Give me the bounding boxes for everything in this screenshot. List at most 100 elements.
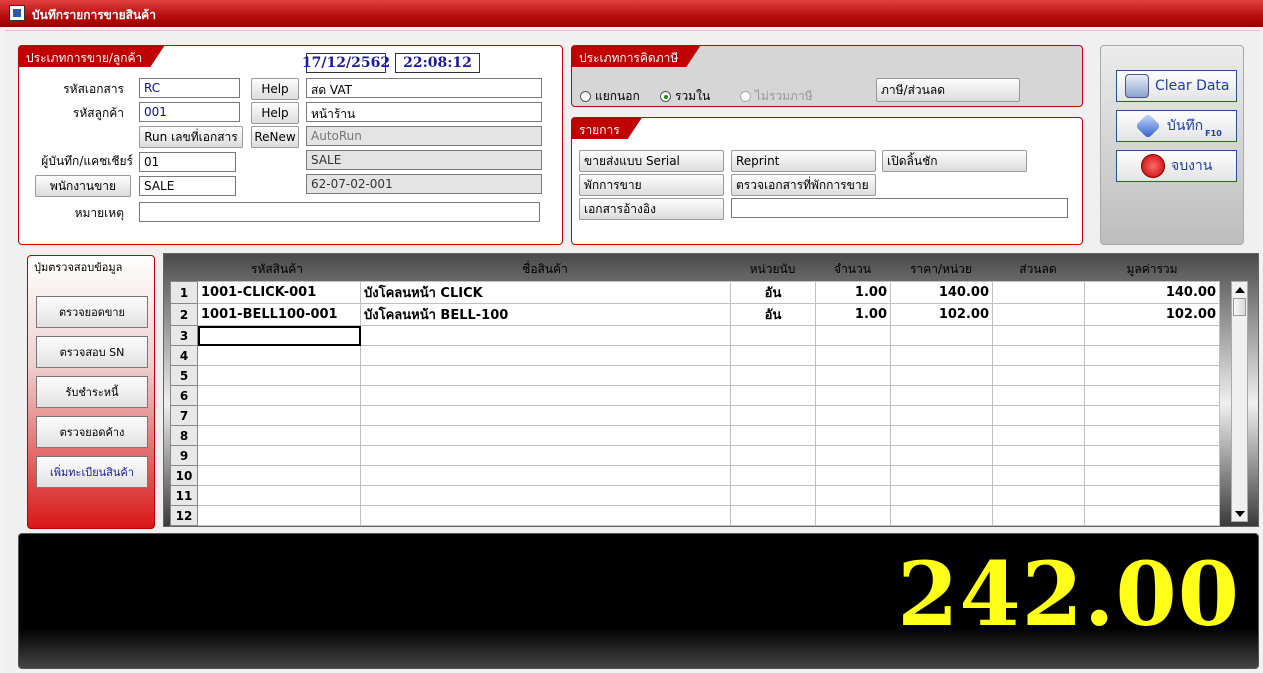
cell-price[interactable] (890, 325, 993, 346)
reference-doc-button[interactable]: เอกสารอ้างอิง (579, 198, 724, 220)
cell-discount[interactable] (992, 485, 1085, 506)
cell-price[interactable]: 102.00 (890, 303, 993, 326)
cell-code[interactable] (197, 485, 361, 506)
customer-name-field[interactable]: หน้าร้าน (306, 102, 542, 122)
cell-unit[interactable] (730, 465, 816, 486)
cell-total[interactable] (1084, 325, 1220, 346)
doc-code-input[interactable]: RC (139, 78, 240, 98)
cell-unit[interactable] (730, 385, 816, 406)
cell-unit[interactable] (730, 365, 816, 386)
table-row[interactable]: 7 (170, 405, 1220, 426)
cell-price[interactable] (890, 385, 993, 406)
cell-price[interactable] (890, 465, 993, 486)
cell-discount[interactable] (992, 365, 1085, 386)
cell-unit[interactable] (730, 505, 816, 526)
cell-qty[interactable] (815, 465, 891, 486)
cell-code[interactable] (197, 505, 361, 526)
reprint-button[interactable]: Reprint (731, 150, 876, 172)
cell-total[interactable] (1084, 445, 1220, 466)
run-doc-number-button[interactable]: Run เลขที่เอกสาร (139, 126, 243, 148)
cell-unit[interactable] (730, 445, 816, 466)
grid-scrollbar[interactable] (1231, 281, 1248, 522)
cell-total[interactable] (1084, 485, 1220, 506)
cell-qty[interactable] (815, 445, 891, 466)
check-outstanding-button[interactable]: ตรวจยอดค้าง (36, 416, 148, 448)
cell-discount[interactable] (992, 505, 1085, 526)
cell-qty[interactable] (815, 485, 891, 506)
cell-name[interactable] (360, 325, 731, 346)
check-sales-button[interactable]: ตรวจยอดขาย (36, 296, 148, 328)
cell-total[interactable]: 140.00 (1084, 281, 1220, 304)
tax-discount-button[interactable]: ภาษี/ส่วนลด (876, 78, 1020, 102)
scroll-down-icon[interactable] (1235, 511, 1245, 517)
cell-price[interactable] (890, 425, 993, 446)
clear-data-button[interactable]: Clear Data (1116, 70, 1237, 102)
table-row[interactable]: 2 1001-BELL100-001 บังโคลนหน้า BELL-100 อัน… (170, 303, 1220, 326)
cell-code[interactable] (197, 385, 361, 406)
cell-total[interactable]: 102.00 (1084, 303, 1220, 326)
cell-price[interactable] (890, 505, 993, 526)
table-row[interactable]: 4 (170, 345, 1220, 366)
cell-name[interactable] (360, 385, 731, 406)
cell-discount[interactable] (992, 281, 1085, 304)
cell-price[interactable] (890, 405, 993, 426)
pause-sale-button[interactable]: พักการขาย (579, 174, 724, 196)
cell-unit[interactable] (730, 325, 816, 346)
tax-exclusive-radio[interactable]: แยกนอก (580, 87, 640, 106)
cell-discount[interactable] (992, 325, 1085, 346)
cell-total[interactable] (1084, 405, 1220, 426)
cell-discount[interactable] (992, 465, 1085, 486)
cell-name[interactable] (360, 445, 731, 466)
open-drawer-button[interactable]: เปิดลิ้นชัก (882, 150, 1027, 172)
cell-unit[interactable]: อัน (730, 281, 816, 304)
cell-total[interactable] (1084, 345, 1220, 366)
table-row[interactable]: 12 (170, 505, 1220, 526)
cell-name[interactable]: บังโคลนหน้า CLICK (360, 281, 731, 304)
table-row[interactable]: 8 (170, 425, 1220, 446)
help-customer-button[interactable]: Help (251, 102, 299, 124)
cell-qty[interactable] (815, 345, 891, 366)
cell-qty[interactable] (815, 505, 891, 526)
cell-discount[interactable] (992, 445, 1085, 466)
table-row[interactable]: 1 1001-CLICK-001 บังโคลนหน้า CLICK อัน 1.00 1… (170, 281, 1220, 304)
cell-price[interactable]: 140.00 (890, 281, 993, 304)
scroll-thumb[interactable] (1233, 298, 1246, 316)
cell-code[interactable] (197, 345, 361, 366)
cell-unit[interactable]: อัน (730, 303, 816, 326)
cell-name[interactable] (360, 505, 731, 526)
cell-qty[interactable] (815, 325, 891, 346)
cell-total[interactable] (1084, 385, 1220, 406)
table-row[interactable]: 11 (170, 485, 1220, 506)
exit-button[interactable]: จบงาน (1116, 150, 1237, 182)
cell-discount[interactable] (992, 405, 1085, 426)
cell-discount[interactable] (992, 303, 1085, 326)
cell-total[interactable] (1084, 465, 1220, 486)
cashier-input[interactable]: 01 (139, 152, 236, 172)
check-paused-button[interactable]: ตรวจเอกสารที่พักการขาย (731, 174, 876, 196)
cell-price[interactable] (890, 445, 993, 466)
renew-button[interactable]: ReNew (251, 126, 299, 148)
cell-unit[interactable] (730, 485, 816, 506)
salesperson-code-input[interactable]: SALE (139, 176, 236, 196)
cell-total[interactable] (1084, 505, 1220, 526)
cell-unit[interactable] (730, 345, 816, 366)
cell-unit[interactable] (730, 405, 816, 426)
doc-type-field[interactable]: สด VAT (306, 78, 542, 98)
cell-code[interactable]: 1001-CLICK-001 (197, 281, 361, 304)
table-row[interactable]: 6 (170, 385, 1220, 406)
cell-code[interactable] (197, 445, 361, 466)
cell-discount[interactable] (992, 345, 1085, 366)
note-input[interactable] (139, 202, 540, 222)
cell-total[interactable] (1084, 365, 1220, 386)
tax-inclusive-radio[interactable]: รวมใน (660, 87, 710, 106)
cell-price[interactable] (890, 345, 993, 366)
table-row[interactable]: 3 (170, 325, 1220, 346)
serial-sale-button[interactable]: ขายส่งแบบ Serial (579, 150, 724, 172)
cell-code[interactable] (197, 425, 361, 446)
add-product-button[interactable]: เพิ่มทะเบียนสินค้า (36, 456, 148, 488)
table-row[interactable]: 10 (170, 465, 1220, 486)
cell-name[interactable]: บังโคลนหน้า BELL-100 (360, 303, 731, 326)
receive-payment-button[interactable]: รับชำระหนี้ (36, 376, 148, 408)
customer-code-input[interactable]: 001 (139, 102, 240, 122)
cell-qty[interactable] (815, 425, 891, 446)
